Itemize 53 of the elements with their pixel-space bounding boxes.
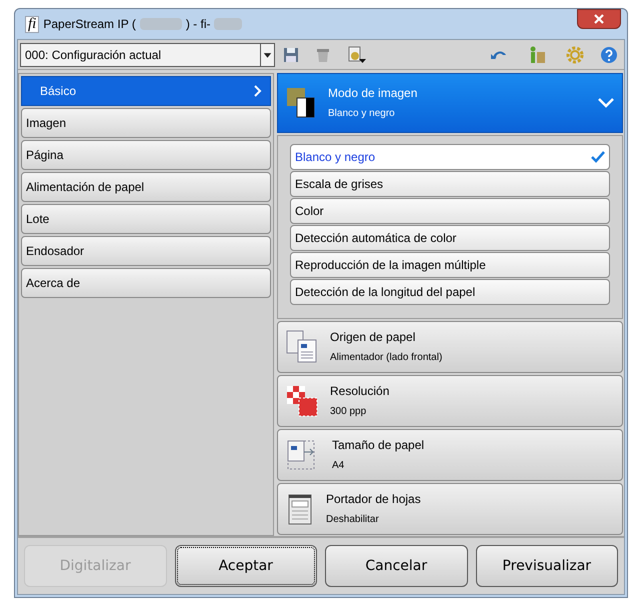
dialog-button[interactable]: Previsualizar bbox=[476, 545, 618, 587]
app-logo-icon: fi bbox=[25, 16, 40, 32]
option-item[interactable]: Reproducción de la imagen múltiple bbox=[290, 252, 610, 278]
sidebar-item[interactable]: Lote bbox=[21, 204, 271, 234]
setting-value: A4 bbox=[332, 461, 346, 471]
documents-icon bbox=[286, 330, 318, 364]
setting-title: Tamaño de papel bbox=[332, 439, 426, 451]
setting-header[interactable]: Tamaño de papel A4 bbox=[277, 429, 623, 481]
option-item[interactable]: Escala de grises bbox=[290, 171, 610, 197]
profile-dropdown[interactable]: 000: Configuración actual bbox=[20, 42, 275, 66]
trash-icon[interactable] bbox=[315, 46, 331, 62]
option-item[interactable]: Color bbox=[290, 198, 610, 224]
profile-value: 000: Configuración actual bbox=[24, 46, 162, 64]
setting-header[interactable]: Modo de imagen Blanco y negro bbox=[277, 73, 623, 133]
close-icon bbox=[594, 14, 604, 24]
sidebar-item[interactable]: Básico bbox=[21, 76, 271, 106]
redacted-block bbox=[214, 18, 242, 30]
carrier-sheet-icon bbox=[286, 492, 314, 526]
chevron-right-icon bbox=[254, 85, 262, 97]
window-title: PaperStream IP ( bbox=[43, 16, 136, 33]
sidebar-item[interactable]: Endosador bbox=[21, 236, 271, 266]
setting-header[interactable]: Origen de papel Alimentador (lado frontal) bbox=[277, 321, 623, 373]
setting-value: Alimentador (lado frontal) bbox=[330, 353, 444, 363]
sidebar-item[interactable]: Acerca de bbox=[21, 268, 271, 298]
dialog-button[interactable]: Aceptar bbox=[174, 545, 317, 587]
setting-title: Modo de imagen bbox=[328, 87, 418, 99]
chevron-down-icon bbox=[598, 98, 614, 108]
checkmark-icon bbox=[591, 151, 605, 163]
setting-value: Deshabilitar bbox=[326, 515, 380, 525]
redacted-block bbox=[140, 18, 182, 30]
document-gear-icon[interactable] bbox=[347, 46, 367, 64]
dialog-button[interactable]: Cancelar bbox=[325, 545, 468, 587]
sidebar-item[interactable]: Alimentación de papel bbox=[21, 172, 271, 202]
sidebar-item[interactable]: Imagen bbox=[21, 108, 271, 138]
setting-title: Resolución bbox=[330, 385, 390, 397]
close-button[interactable] bbox=[577, 9, 621, 29]
sidebar-item[interactable]: Página bbox=[21, 140, 271, 170]
dropdown-arrow-icon bbox=[260, 44, 274, 66]
window-title: ) - fi- bbox=[186, 16, 210, 33]
checkered-squares-icon bbox=[286, 385, 318, 417]
setting-title: Origen de papel bbox=[330, 331, 416, 343]
image-mode-icon bbox=[286, 87, 316, 119]
setting-title: Portador de hojas bbox=[326, 493, 422, 505]
save-icon[interactable] bbox=[283, 46, 299, 62]
setting-header[interactable]: Resolución 300 ppp bbox=[277, 375, 623, 427]
setting-value: Blanco y negro bbox=[328, 109, 396, 119]
option-item[interactable]: Detección automática de color bbox=[290, 225, 610, 251]
option-item[interactable]: Blanco y negro bbox=[290, 144, 610, 170]
info-list-icon[interactable] bbox=[528, 46, 546, 64]
setting-header[interactable]: Portador de hojas Deshabilitar bbox=[277, 483, 623, 535]
help-icon[interactable] bbox=[600, 46, 618, 64]
setting-value: 300 ppp bbox=[330, 407, 368, 417]
option-item[interactable]: Detección de la longitud del papel bbox=[290, 279, 610, 305]
